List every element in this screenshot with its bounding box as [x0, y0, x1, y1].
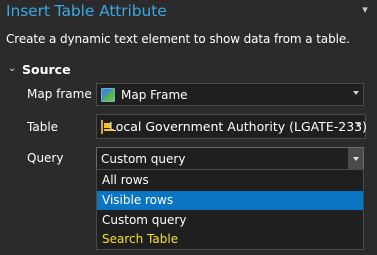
- query-label: Query: [27, 151, 64, 165]
- chevron-down-icon: [353, 91, 359, 95]
- table-combo[interactable]: Local Government Authority (LGATE-233): [96, 114, 368, 139]
- query-dropdown-button[interactable]: [348, 148, 363, 169]
- query-option-visible-rows[interactable]: Visible rows: [97, 191, 363, 210]
- pin-icon[interactable]: ▾: [359, 4, 371, 16]
- source-section-label: Source: [22, 61, 71, 77]
- pane-description: Create a dynamic text element to show da…: [6, 32, 350, 46]
- table-layer-icon: [101, 119, 114, 134]
- table-value: Local Government Authority (LGATE-233): [109, 119, 368, 134]
- map-frame-label: Map frame: [27, 87, 92, 101]
- map-frame-icon: [101, 87, 115, 102]
- query-option-search-table[interactable]: Search Table: [97, 230, 363, 249]
- query-combo[interactable]: Custom query: [96, 147, 364, 170]
- pane-title: Insert Table Attribute: [6, 2, 167, 20]
- chevron-down-icon: [353, 157, 359, 161]
- query-value: Custom query: [101, 151, 186, 166]
- query-option-custom-query[interactable]: Custom query: [97, 211, 363, 230]
- map-frame-combo[interactable]: Map Frame: [96, 83, 364, 106]
- query-dropdown-list: All rows Visible rows Custom query Searc…: [96, 169, 364, 250]
- query-option-all-rows[interactable]: All rows: [97, 171, 363, 190]
- table-label: Table: [27, 120, 59, 134]
- chevron-down-icon: [355, 122, 361, 126]
- map-frame-value: Map Frame: [121, 87, 188, 102]
- insert-table-attribute-pane: Insert Table Attribute ▾ Create a dynami…: [0, 0, 377, 255]
- source-section-header[interactable]: ⌄ Source: [8, 60, 71, 78]
- chevron-down-icon: ⌄: [8, 63, 17, 74]
